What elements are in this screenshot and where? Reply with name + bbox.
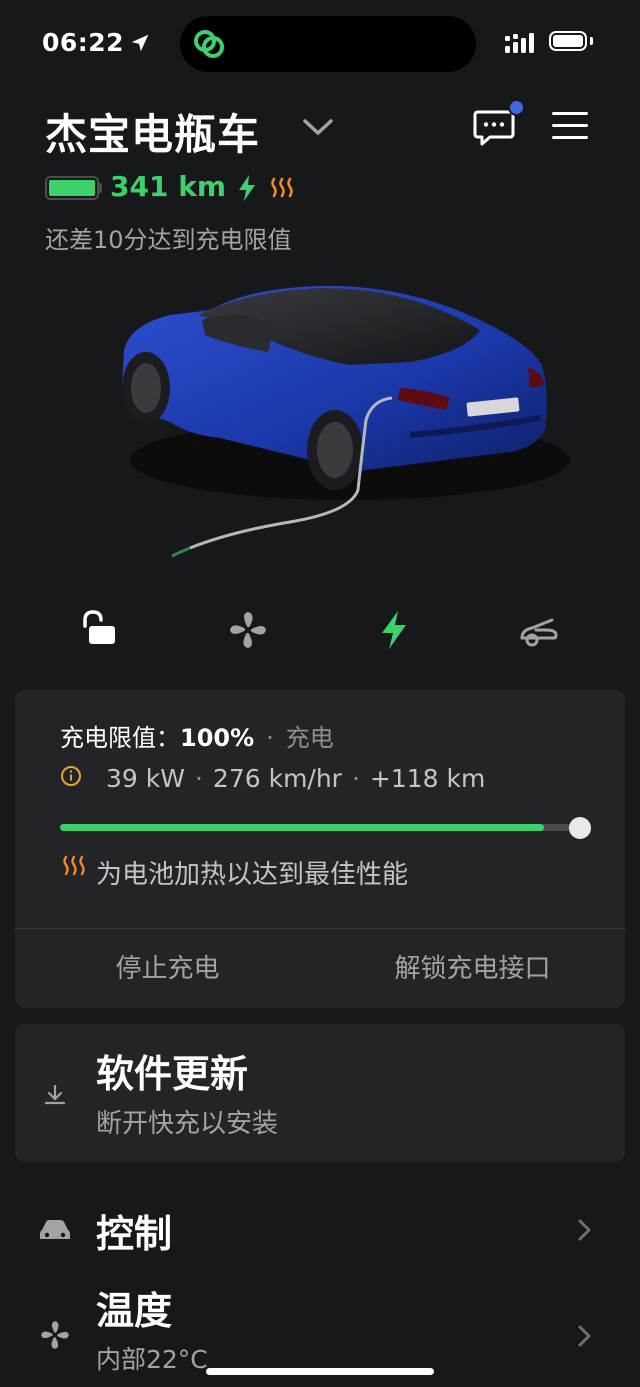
interior-temperature: 内部22°C [96, 1345, 208, 1374]
charge-limit-row[interactable]: 充电限值：100% · 充电 [60, 718, 334, 753]
charging-bolt-icon [239, 175, 255, 201]
app-link-icon [194, 30, 224, 58]
car-icon [40, 1220, 70, 1239]
separator-dot: · [351, 764, 360, 793]
frunk-icon[interactable] [516, 608, 560, 652]
controls-label: 控制 [96, 1212, 173, 1256]
download-icon [44, 1084, 66, 1105]
vehicle-battery-cap [99, 183, 102, 193]
charge-limit-label: 充电限值： [60, 724, 180, 752]
chevron-right-icon [578, 1219, 591, 1241]
chevron-right-icon [578, 1325, 591, 1347]
cellular-signal-icon [505, 33, 534, 53]
fan-icon[interactable] [226, 608, 270, 652]
battery-heat-message: 为电池加热以达到最佳性能 [96, 860, 409, 890]
charging-stats: 39 kW · 276 km/hr · +118 km [106, 764, 485, 793]
stop-charging-button[interactable]: 停止充电 [15, 929, 320, 1008]
vehicle-image [122, 285, 570, 558]
separator-dot: · [266, 724, 274, 752]
unlock-charge-port-button[interactable]: 解锁充电接口 [320, 929, 625, 1008]
hamburger-menu-icon[interactable] [552, 112, 588, 142]
unlock-icon[interactable] [76, 608, 120, 652]
battery-heating-icon [63, 855, 85, 876]
charge-limit-slider-thumb[interactable] [569, 817, 591, 839]
climate-label: 温度 [96, 1289, 173, 1333]
range-added: +118 km [369, 764, 486, 793]
location-arrow-icon [131, 34, 149, 52]
charge-mode: 充电 [285, 724, 334, 752]
info-icon[interactable] [60, 765, 82, 787]
software-update-title: 软件更新 [96, 1052, 249, 1096]
status-time: 06:22 [42, 28, 125, 57]
charge-power: 39 kW [106, 764, 185, 793]
separator-dot: · [194, 764, 203, 793]
charge-limit-value: 100% [180, 724, 255, 752]
charge-time-remaining: 还差10分达到充电限值 [45, 226, 292, 254]
charge-level-fill [60, 824, 544, 831]
battery-heating-icon [271, 177, 293, 198]
vehicle-battery-icon [45, 176, 99, 200]
fan-icon [41, 1321, 69, 1349]
bolt-icon[interactable] [372, 608, 416, 652]
home-indicator[interactable] [206, 1368, 434, 1375]
notification-dot [508, 99, 525, 116]
phone-battery-cap [590, 37, 593, 45]
range-value: 341 km [110, 170, 226, 203]
software-update-subtitle: 断开快充以安装 [96, 1109, 279, 1139]
vehicle-name[interactable]: 杰宝电瓶车 [45, 101, 260, 162]
phone-battery-icon [549, 31, 587, 51]
charge-rate: 276 km/hr [212, 764, 342, 793]
chevron-down-icon[interactable] [302, 116, 334, 138]
